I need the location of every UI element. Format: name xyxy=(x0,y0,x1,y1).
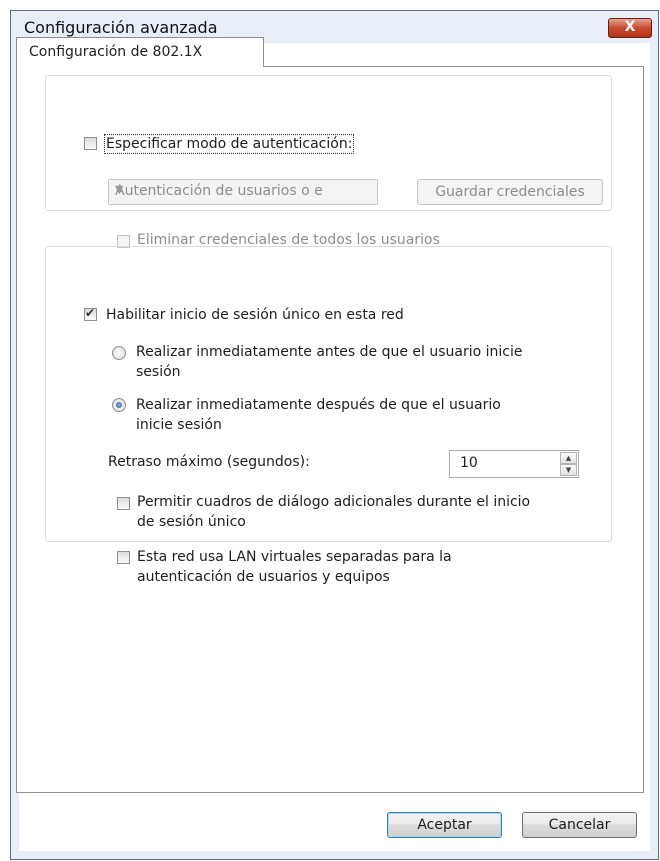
tab-label: Configuración de 802.1X xyxy=(29,44,203,60)
chevron-down-icon: ▼ xyxy=(115,183,124,196)
radio-before-logon-label[interactable]: Realizar inmediatamente antes de que el … xyxy=(136,342,522,382)
spin-down-arrow-icon[interactable]: ▼ xyxy=(560,464,577,476)
max-delay-spinner[interactable]: 10 ▲ ▼ xyxy=(449,450,579,478)
separate-vlan-label[interactable]: Esta red usa LAN virtuales separadas par… xyxy=(137,547,452,587)
close-icon: X xyxy=(624,19,636,35)
allow-dialogs-label[interactable]: Permitir cuadros de diálogo adicionales … xyxy=(137,492,530,532)
save-credentials-button[interactable]: Guardar credenciales xyxy=(417,179,603,205)
max-delay-value[interactable]: 10 xyxy=(460,455,478,471)
close-button[interactable]: X xyxy=(608,18,652,38)
specify-auth-mode-checkbox[interactable] xyxy=(84,137,97,150)
radio-after-logon-label[interactable]: Realizar inmediatamente después de que e… xyxy=(136,395,501,435)
radio-after-logon[interactable] xyxy=(112,398,126,412)
specify-auth-mode-label[interactable]: Especificar modo de autenticación: xyxy=(103,134,356,154)
enable-sso-label[interactable]: Habilitar inicio de sesión único en esta… xyxy=(103,305,407,325)
window-title: Configuración avanzada xyxy=(24,18,218,37)
allow-dialogs-checkbox[interactable] xyxy=(117,497,130,510)
auth-mode-select[interactable]: Autenticación de usuarios o e ▼ xyxy=(108,179,378,205)
tab-8021x-settings[interactable]: Configuración de 802.1X xyxy=(16,37,264,67)
max-delay-label: Retraso máximo (segundos): xyxy=(108,454,310,470)
radio-before-logon[interactable] xyxy=(112,346,126,360)
ok-button[interactable]: Aceptar xyxy=(387,812,502,838)
enable-sso-checkbox[interactable] xyxy=(84,306,97,321)
spin-up-arrow-icon[interactable]: ▲ xyxy=(560,452,577,464)
separate-vlan-checkbox[interactable] xyxy=(117,551,130,564)
cancel-button[interactable]: Cancelar xyxy=(522,812,637,838)
